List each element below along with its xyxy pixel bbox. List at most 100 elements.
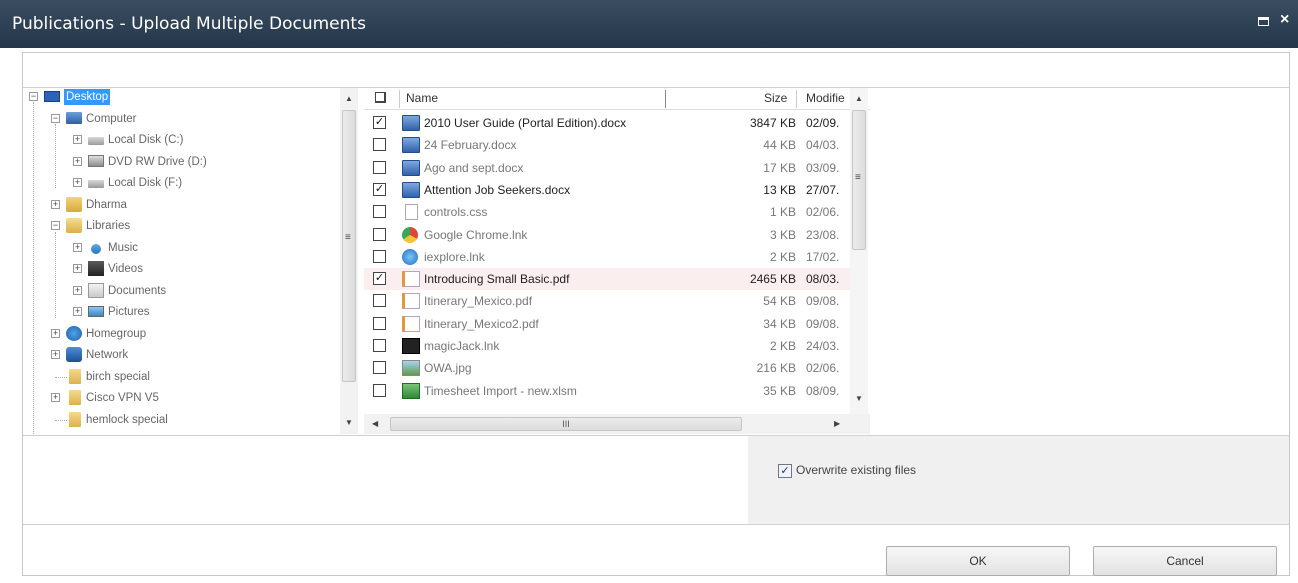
expand-toggle-icon[interactable]: + <box>73 135 82 144</box>
tree-item-birch-special[interactable]: birch special <box>28 368 348 386</box>
column-header-modified[interactable]: Modifie <box>806 91 845 105</box>
file-modified-date: 02/06. <box>806 361 840 376</box>
tree-item-libraries[interactable]: − Libraries <box>28 217 348 235</box>
file-row[interactable]: Ago and sept.docx 17 KB 03/09. <box>364 157 860 179</box>
tree-item-cisco-vpn-v5[interactable]: + Cisco VPN V5 <box>28 389 348 407</box>
file-size: 35 KB <box>763 383 796 398</box>
tree-item-pictures[interactable]: + Pictures <box>28 303 348 321</box>
tree-scroll-thumb[interactable] <box>342 110 356 382</box>
scroll-grip-label: III <box>562 419 570 429</box>
file-row[interactable]: Timesheet Import - new.xlsm 35 KB 08/09. <box>364 380 860 402</box>
tree-item-label: birch special <box>86 370 150 383</box>
file-row[interactable]: Itinerary_Mexico.pdf 54 KB 09/08. <box>364 290 860 312</box>
file-list-horizontal-scrollbar[interactable]: ◀ III ▶ <box>364 414 870 434</box>
file-size: 216 KB <box>756 361 796 376</box>
file-row[interactable]: Google Chrome.lnk 3 KB 23/08. <box>364 224 860 246</box>
tree-item-dharma[interactable]: + Dharma <box>28 196 348 214</box>
file-checkbox[interactable] <box>373 339 386 352</box>
file-checkbox[interactable] <box>373 361 386 375</box>
scroll-left-arrow-icon[interactable]: ◀ <box>372 419 378 428</box>
expand-toggle-icon[interactable]: + <box>73 285 82 295</box>
select-all-checkbox[interactable] <box>375 92 386 103</box>
list-scroll-up-arrow-icon[interactable]: ▲ <box>855 94 863 103</box>
file-size: 17 KB <box>763 160 796 175</box>
file-row[interactable]: ✓ Attention Job Seekers.docx 13 KB 27/07. <box>364 179 860 201</box>
tree-item-label: Local Disk (C:) <box>108 134 184 146</box>
file-modified-date: 08/09. <box>806 383 840 398</box>
file-list[interactable]: Name Size Modifie ✓ 2010 User Guide (Port… <box>364 88 870 434</box>
horizontal-scroll-thumb[interactable]: III <box>390 417 742 431</box>
file-size: 44 KB <box>763 138 796 153</box>
tree-item-homegroup[interactable]: + Homegroup <box>28 325 348 343</box>
file-checkbox[interactable] <box>373 294 386 308</box>
scroll-up-arrow-icon[interactable]: ▲ <box>345 94 353 103</box>
tree-vertical-scrollbar[interactable]: ▲ ≡ ▼ <box>340 88 358 434</box>
expand-toggle-icon[interactable]: + <box>73 178 82 187</box>
overwrite-checkbox[interactable]: ✓ <box>778 464 792 478</box>
scroll-down-arrow-icon[interactable]: ▼ <box>345 418 353 427</box>
file-name: Ago and sept.docx <box>424 160 524 175</box>
list-scroll-down-arrow-icon[interactable]: ▼ <box>855 394 863 403</box>
word-doc-icon <box>402 115 420 131</box>
collapse-toggle-icon[interactable]: − <box>51 221 60 230</box>
expand-toggle-icon[interactable]: + <box>51 199 60 209</box>
file-checkbox[interactable] <box>373 138 386 152</box>
computer-icon <box>66 111 82 124</box>
folder-tree[interactable]: − Desktop − Computer + Local Disk (C:) + DVD RW… <box>28 88 358 434</box>
file-checkbox[interactable] <box>373 249 386 263</box>
file-checkbox[interactable] <box>373 160 386 174</box>
expand-toggle-icon[interactable]: + <box>51 350 60 359</box>
excel-icon <box>402 382 420 399</box>
file-row[interactable]: iexplore.lnk 2 KB 17/02. <box>364 246 860 268</box>
expand-toggle-icon[interactable]: + <box>73 307 82 316</box>
tree-item-documents[interactable]: + Documents <box>28 282 348 300</box>
close-icon[interactable]: × <box>1280 11 1289 29</box>
tree-item-label: Libraries <box>86 220 131 232</box>
dvd-drive-icon <box>88 154 104 167</box>
file-checkbox[interactable]: ✓ <box>373 272 386 286</box>
expand-toggle-icon[interactable]: + <box>73 264 82 273</box>
file-name: Introducing Small Basic.pdf <box>424 272 570 287</box>
file-checkbox[interactable] <box>373 316 386 330</box>
file-checkbox[interactable] <box>373 205 386 219</box>
tree-item-local-disk-c[interactable]: + Local Disk (C:) <box>28 131 348 149</box>
homegroup-icon <box>66 325 82 341</box>
file-row[interactable]: ✓ 2010 User Guide (Portal Edition).docx 38… <box>364 112 860 134</box>
expand-toggle-icon[interactable]: + <box>73 156 82 166</box>
file-row[interactable]: magicJack.lnk 2 KB 24/03. <box>364 335 860 357</box>
file-checkbox[interactable] <box>373 383 386 397</box>
ok-button[interactable]: OK <box>886 546 1070 576</box>
tree-item-desktop[interactable]: − Desktop <box>28 88 348 106</box>
file-size: 34 KB <box>763 316 796 331</box>
file-row[interactable]: ✓ Introducing Small Basic.pdf 2465 KB 08/03… <box>364 268 860 291</box>
tree-item-computer[interactable]: − Computer <box>28 110 348 128</box>
file-list-vertical-scrollbar[interactable]: ▲ ≡ ▼ <box>850 88 868 414</box>
tree-item-videos[interactable]: + Videos <box>28 260 348 278</box>
file-checkbox[interactable] <box>373 227 386 241</box>
cancel-button[interactable]: Cancel <box>1093 546 1277 576</box>
file-checkbox[interactable]: ✓ <box>373 182 386 196</box>
scroll-right-arrow-icon[interactable]: ▶ <box>834 419 840 428</box>
file-modified-date: 09/08. <box>806 294 840 309</box>
column-header-size[interactable]: Size <box>764 91 787 105</box>
file-row[interactable]: 24 February.docx 44 KB 04/03. <box>364 134 860 156</box>
expand-toggle-icon[interactable]: + <box>73 242 82 252</box>
tree-item-music[interactable]: + Music <box>28 239 348 257</box>
tree-item-hemlock-special[interactable]: hemlock special <box>28 411 348 429</box>
file-checkbox[interactable]: ✓ <box>373 116 386 129</box>
file-row[interactable]: OWA.jpg 216 KB 02/06. <box>364 357 860 379</box>
file-row[interactable]: controls.css 1 KB 02/06. <box>364 201 860 223</box>
libraries-icon <box>66 218 82 233</box>
expand-toggle-icon[interactable]: + <box>51 393 60 402</box>
file-row[interactable]: Itinerary_Mexico2.pdf 34 KB 09/08. <box>364 313 860 335</box>
column-header-name[interactable]: Name <box>406 91 438 105</box>
tree-item-label: Homegroup <box>86 327 147 340</box>
expand-toggle-icon[interactable]: + <box>51 328 60 338</box>
collapse-toggle-icon[interactable]: − <box>29 92 38 101</box>
tree-item-dvd-rw-drive-d[interactable]: + DVD RW Drive (D:) <box>28 153 348 171</box>
collapse-toggle-icon[interactable]: − <box>51 113 60 123</box>
maximize-icon[interactable] <box>1258 17 1269 26</box>
folder-icon <box>69 411 81 427</box>
tree-item-local-disk-f[interactable]: + Local Disk (F:) <box>28 174 348 192</box>
tree-item-network[interactable]: + Network <box>28 346 348 364</box>
